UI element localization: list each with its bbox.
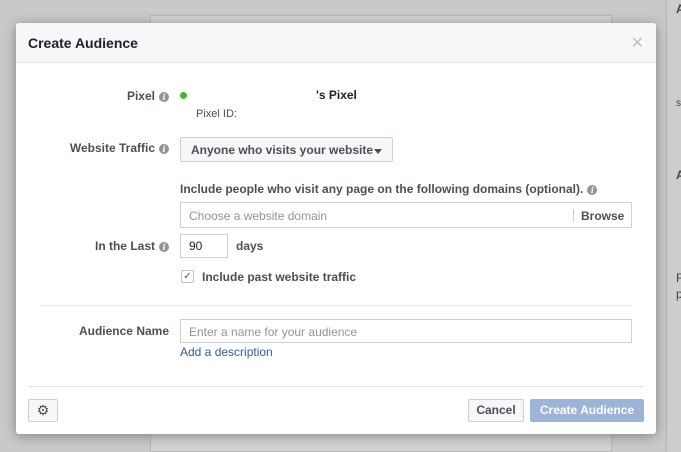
close-icon[interactable]: ✕ [631, 33, 644, 53]
info-icon[interactable]: i [159, 143, 169, 154]
browse-button[interactable]: Browse [581, 209, 624, 223]
caret-down-icon [374, 149, 382, 154]
create-audience-button[interactable]: Create Audience [530, 399, 644, 422]
create-audience-dialog: Create Audience ✕ Pixel i 's Pixel Pixel … [16, 23, 656, 434]
audience-name-label: Audience Name [78, 324, 169, 338]
info-icon[interactable]: i [159, 91, 169, 102]
include-past-checkbox[interactable]: ✓ [181, 270, 194, 283]
domain-instruction: Include people who visit any page on the… [180, 182, 598, 196]
dialog-header: Create Audience ✕ [16, 23, 656, 63]
pixel-label-row: Pixel i [127, 89, 169, 103]
info-icon[interactable]: i [587, 184, 598, 195]
website-traffic-selected: Anyone who visits your website [191, 143, 374, 157]
in-the-last-label-row: In the Last i [95, 239, 169, 253]
in-the-last-label: In the Last [94, 239, 155, 253]
cancel-button[interactable]: Cancel [468, 399, 524, 422]
audience-name-placeholder: Enter a name for your audience [189, 325, 358, 339]
website-traffic-label: Website Traffic [69, 141, 155, 155]
background-fragment: s [676, 98, 681, 109]
gear-icon: ⚙ [36, 402, 50, 418]
domain-input-placeholder: Choose a website domain [189, 209, 328, 223]
settings-button[interactable]: ⚙ [28, 399, 58, 422]
background-fragment: A [676, 2, 681, 16]
pixel-id-label: Pixel ID: [196, 108, 237, 120]
pixel-name: 's Pixel [316, 88, 357, 102]
add-description-link[interactable]: Add a description [180, 345, 273, 359]
domain-instruction-text: Include people who visit any page on the… [180, 182, 584, 196]
footer-divider [28, 386, 644, 387]
info-icon[interactable]: i [159, 241, 169, 252]
browse-divider [573, 209, 574, 222]
days-unit-label: days [236, 239, 264, 253]
days-input[interactable]: 90 [180, 234, 228, 258]
website-traffic-label-row: Website Traffic i [70, 141, 169, 155]
audience-name-input[interactable]: Enter a name for your audience [180, 319, 632, 343]
website-traffic-dropdown[interactable]: Anyone who visits your website [180, 137, 393, 162]
include-past-label: Include past website traffic [202, 270, 357, 284]
dialog-title: Create Audience [28, 35, 138, 51]
divider [40, 305, 632, 306]
background-fragment: A [676, 168, 681, 182]
pixel-status-dot [180, 92, 187, 99]
background-right-panel [666, 0, 681, 452]
pixel-label: Pixel [126, 89, 155, 103]
background-fragment: p [676, 287, 681, 301]
domain-input[interactable]: Choose a website domain Browse [180, 202, 632, 228]
background-fragment: F [676, 271, 681, 285]
